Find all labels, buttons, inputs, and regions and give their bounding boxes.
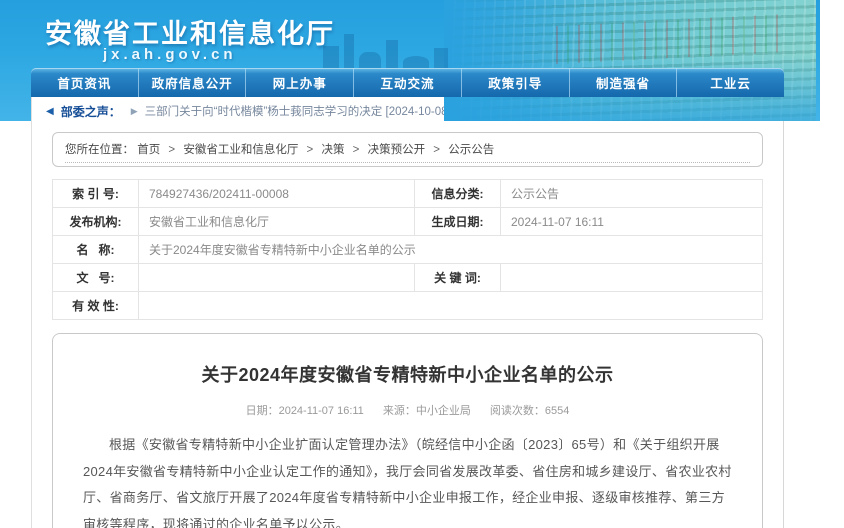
arrow-right-icon: ▶ [131,106,138,117]
info-category-label: 信息分类: [415,180,501,208]
info-name-label: 名 称: [53,236,139,264]
breadcrumb-separator: > [433,144,440,156]
table-row: 名 称: 关于2024年度安徽省专精特新中小企业名单的公示 [53,236,763,264]
table-row: 发布机构: 安徽省工业和信息化厅 生成日期: 2024-11-07 16:11 [53,208,763,236]
nav-item-gov-info[interactable]: 政府信息公开 [138,68,246,97]
nav-item-online-services[interactable]: 网上办事 [245,68,353,97]
building-silhouette [403,56,429,68]
info-docnum-value [139,264,415,292]
info-gendate-label: 生成日期: [415,208,501,236]
breadcrumb-current: 公示公告 [448,144,494,156]
info-index-label: 索 引 号: [53,180,139,208]
table-row: 索 引 号: 784927436/202411-00008 信息分类: 公示公告 [53,180,763,208]
info-name-value: 关于2024年度安徽省专精特新中小企业名单的公示 [139,236,763,264]
ticker-news-title: 三部门关于向“时代楷模”杨士莪同志学习的决定 [145,106,383,118]
nav-item-manufacturing-province[interactable]: 制造强省 [569,68,677,97]
info-validity-value [139,292,763,320]
breadcrumb-separator: > [168,144,175,156]
ticker-news-link[interactable]: 三部门关于向“时代楷模”杨士莪同志学习的决定 [2024-10-08] [145,103,451,119]
breadcrumb-separator: > [353,144,360,156]
info-category-value: 公示公告 [501,180,763,208]
nav-item-home-news[interactable]: 首页资讯 [31,68,138,97]
article-source: 来源：中小企业局 [383,405,471,417]
breadcrumb-policy[interactable]: 决策 [321,144,344,156]
speaker-icon: ◀ [46,106,54,117]
info-agency-label: 发布机构: [53,208,139,236]
table-row: 有 效 性: [53,292,763,320]
article-box: 关于2024年度安徽省专精特新中小企业名单的公示 日期：2024-11-07 1… [52,333,763,528]
building-silhouette [386,40,398,68]
building-silhouette [434,48,448,68]
info-index-value: 784927436/202411-00008 [139,180,415,208]
article-views-label: 阅读次数： [490,405,545,417]
nav-item-interaction[interactable]: 互动交流 [353,68,461,97]
info-gendate-value: 2024-11-07 16:11 [501,208,763,236]
info-docnum-label: 文 号: [53,264,139,292]
article-paragraph: 根据《安徽省专精特新中小企业扩面认定管理办法》（皖经信中小企函〔2023〕65号… [83,432,732,528]
article-date-label: 日期： [246,405,279,417]
nav-item-industry-cloud[interactable]: 工业云 [676,68,784,97]
info-agency-value: 安徽省工业和信息化厅 [139,208,415,236]
breadcrumb-label: 您所在位置： [65,144,134,156]
article-date-value: 2024-11-07 16:11 [279,405,364,417]
info-keyword-label: 关 键 词: [415,264,501,292]
nav-item-policy-guide[interactable]: 政策引导 [461,68,569,97]
ticker-news-date: [2024-10-08] [386,106,451,118]
ticker-label: 部委之声： [61,103,121,120]
breadcrumb-home[interactable]: 首页 [137,144,160,156]
header-photo [444,0,816,121]
info-keyword-value [501,264,763,292]
breadcrumb: 您所在位置： 首页 > 安徽省工业和信息化厅 > 决策 > 决策预公开 > 公示… [52,132,763,167]
article-title: 关于2024年度安徽省专精特新中小企业名单的公示 [83,361,732,387]
breadcrumb-separator: > [307,144,314,156]
site-header: 安徽省工业和信息化厅 jx.ah.gov.cn [31,0,784,68]
building-silhouette [359,52,381,68]
content-area: ◀ 部委之声： ▶ 三部门关于向“时代楷模”杨士莪同志学习的决定 [2024-1… [31,97,784,528]
table-row: 文 号: 关 键 词: [53,264,763,292]
site-url: jx.ah.gov.cn [103,46,237,63]
article-source-value: 中小企业局 [416,405,471,417]
city-skyline-silhouette [323,28,448,68]
article-views: 阅读次数：6554 [490,405,569,417]
article-source-label: 来源： [383,405,416,417]
article-views-value: 6554 [545,405,569,417]
page-canvas: 安徽省工业和信息化厅 jx.ah.gov.cn 首页资讯 政府信息公开 网上办事… [0,0,844,528]
document-info-table: 索 引 号: 784927436/202411-00008 信息分类: 公示公告… [52,179,763,320]
article-meta: 日期：2024-11-07 16:11 来源：中小企业局 阅读次数：6554 [83,402,732,418]
building-silhouette [344,34,354,68]
article-date: 日期：2024-11-07 16:11 [246,405,364,417]
main-nav: 首页资讯 政府信息公开 网上办事 互动交流 政策引导 制造强省 工业云 [31,68,784,97]
breadcrumb-pre-disclosure[interactable]: 决策预公开 [368,144,426,156]
breadcrumb-dept[interactable]: 安徽省工业和信息化厅 [183,144,298,156]
page-column: 安徽省工业和信息化厅 jx.ah.gov.cn 首页资讯 政府信息公开 网上办事… [31,0,784,528]
article-body: 根据《安徽省专精特新中小企业扩面认定管理办法》（皖经信中小企函〔2023〕65号… [83,432,732,528]
info-validity-label: 有 效 性: [53,292,139,320]
breadcrumb-line: 您所在位置： 首页 > 安徽省工业和信息化厅 > 决策 > 决策预公开 > 公示… [65,141,750,163]
